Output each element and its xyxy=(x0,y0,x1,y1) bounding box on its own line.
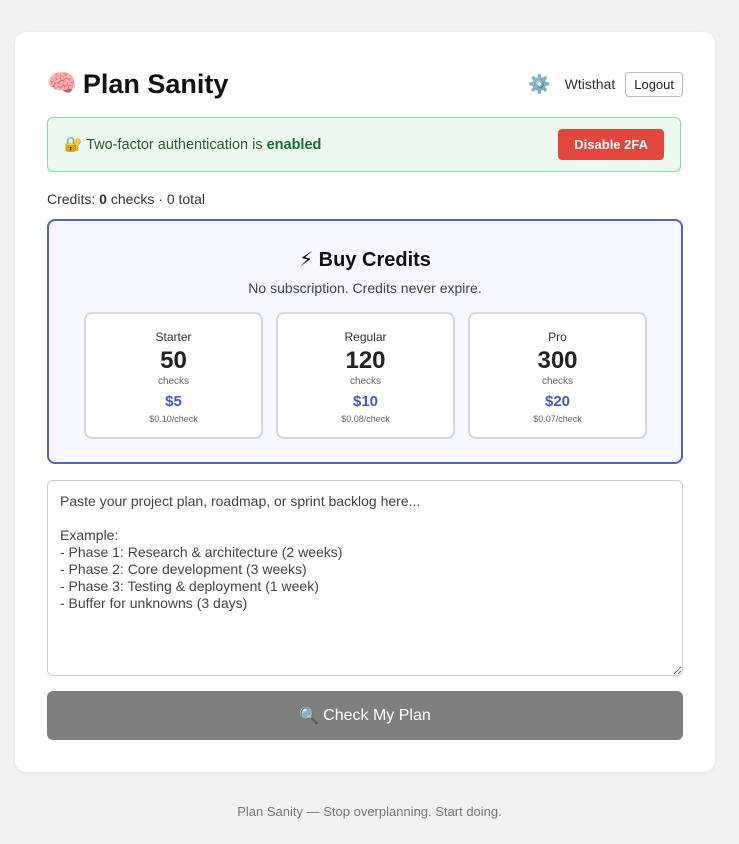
credits-checks-unit: checks · xyxy=(110,191,163,207)
disable-2fa-button[interactable]: Disable 2FA xyxy=(558,129,664,160)
twofa-state: enabled xyxy=(266,136,322,153)
magnifier-icon: 🔍 xyxy=(299,707,320,725)
pack-name: Starter xyxy=(155,330,192,344)
pack-pro[interactable]: Pro 300 checks $20 $0.07/check xyxy=(468,312,647,439)
pack-name: Regular xyxy=(344,330,387,344)
buy-credits-panel: ⚡ Buy Credits No subscription. Credits n… xyxy=(47,219,683,464)
pack-price: $5 xyxy=(165,393,182,410)
settings-gear-icon[interactable]: ⚙️ xyxy=(528,74,550,95)
pack-count: 120 xyxy=(345,347,386,374)
pack-regular[interactable]: Regular 120 checks $10 $0.08/check xyxy=(276,312,455,439)
brand: 🧠 Plan Sanity xyxy=(47,69,228,100)
header: 🧠 Plan Sanity ⚙️ Wtisthat Logout xyxy=(47,66,683,102)
credits-summary: Credits: 0 checks · 0 total xyxy=(47,191,205,207)
username: Wtisthat xyxy=(564,76,616,92)
pack-per-check: $0.07/check xyxy=(533,414,582,424)
main-card: 🧠 Plan Sanity ⚙️ Wtisthat Logout 🔐 Two-f… xyxy=(15,32,715,772)
lightning-icon: ⚡ xyxy=(299,249,314,271)
credits-checks-count: 0 xyxy=(99,191,107,207)
pack-unit: checks xyxy=(157,376,190,387)
brain-icon: 🧠 xyxy=(47,70,77,97)
credit-packs: Starter 50 checks $5 $0.10/check Regular… xyxy=(84,312,647,439)
logout-button[interactable]: Logout xyxy=(625,71,683,97)
twofa-prefix: Two-factor authentication is xyxy=(86,136,263,153)
credits-total: 0 total xyxy=(166,191,205,207)
pack-per-check: $0.10/check xyxy=(149,414,198,424)
twofa-status: 🔐 Two-factor authentication is enabled xyxy=(64,136,322,154)
app-title: Plan Sanity xyxy=(82,68,229,99)
buy-credits-heading: Buy Credits xyxy=(318,249,431,271)
pack-name: Pro xyxy=(548,330,567,344)
pack-unit: checks xyxy=(349,376,382,387)
footer-tagline: Plan Sanity — Stop overplanning. Start d… xyxy=(237,804,502,819)
pack-price: $10 xyxy=(352,393,379,410)
twofa-banner: 🔐 Two-factor authentication is enabled D… xyxy=(47,117,681,172)
plan-textarea[interactable] xyxy=(47,480,683,676)
pack-unit: checks xyxy=(541,376,574,387)
pack-count: 50 xyxy=(160,347,187,374)
check-plan-button[interactable]: 🔍 Check My Plan xyxy=(47,691,683,740)
pack-per-check: $0.08/check xyxy=(341,414,390,424)
pack-price: $20 xyxy=(544,393,571,410)
pack-starter[interactable]: Starter 50 checks $5 $0.10/check xyxy=(84,312,263,439)
check-plan-label: Check My Plan xyxy=(323,706,431,724)
credits-label: Credits: xyxy=(47,191,96,207)
user-area: ⚙️ Wtisthat Logout xyxy=(528,71,683,97)
buy-credits-subtitle: No subscription. Credits never expire. xyxy=(248,280,482,296)
pack-count: 300 xyxy=(537,347,578,374)
lock-key-icon: 🔐 xyxy=(64,137,83,153)
buy-credits-title: ⚡ Buy Credits xyxy=(49,247,681,272)
